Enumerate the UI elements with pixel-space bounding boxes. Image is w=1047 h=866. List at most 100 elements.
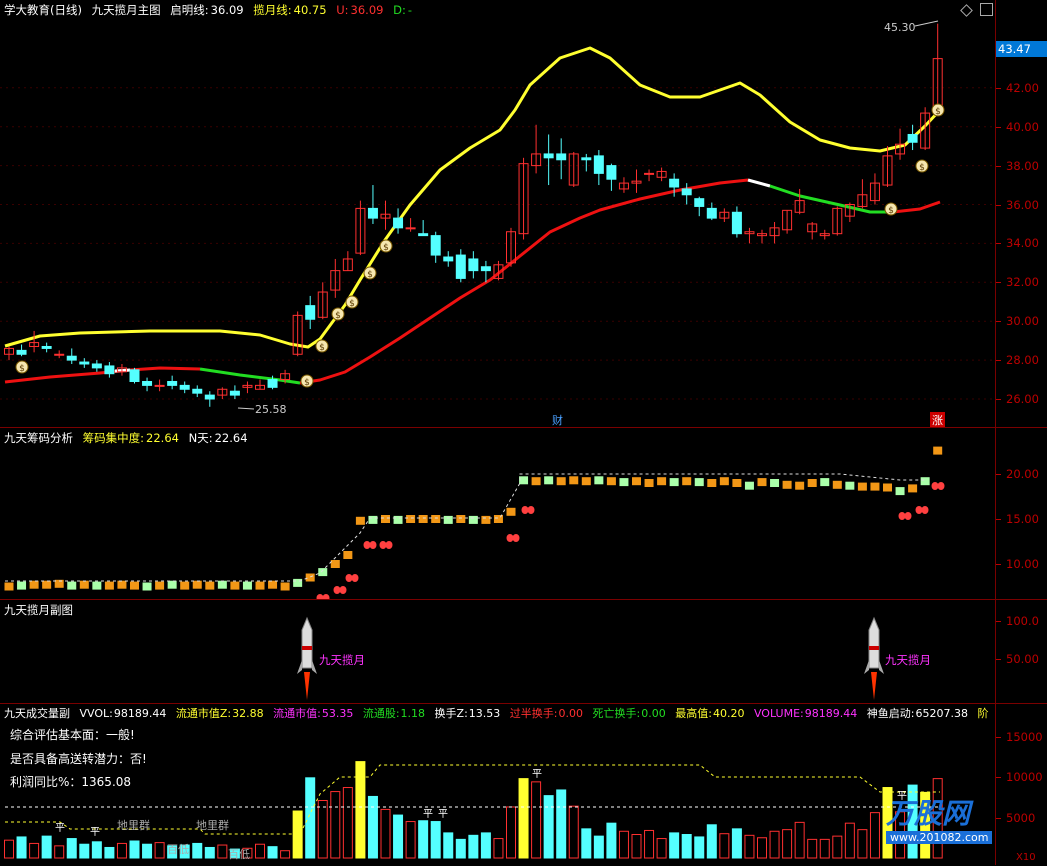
volume-bar bbox=[154, 842, 165, 859]
candle-body bbox=[142, 380, 153, 386]
chip-tickmark bbox=[996, 519, 1001, 520]
money-bag-icon: $ bbox=[379, 239, 393, 253]
volume-bar bbox=[267, 846, 278, 859]
butterfly-wing bbox=[898, 512, 906, 520]
volume-bar bbox=[405, 821, 416, 859]
sub-axis: 100.0 50.00 bbox=[995, 600, 1047, 703]
vol-tick: 5000 bbox=[1006, 811, 1036, 825]
money-bag-icon: $ bbox=[345, 295, 359, 309]
candle-body bbox=[79, 361, 90, 365]
money-bag-sign: $ bbox=[919, 163, 925, 173]
volume-bar bbox=[380, 808, 391, 859]
chip-block bbox=[305, 573, 315, 582]
butterfly-icon bbox=[345, 574, 359, 582]
volume-bar bbox=[342, 787, 353, 859]
chip-block bbox=[443, 515, 453, 524]
sub-chart[interactable] bbox=[0, 600, 995, 704]
candle-body bbox=[66, 355, 77, 361]
price-axis: 43.47 42.00 40.00 38.00 36.00 34.00 32.00 30.0… bbox=[995, 0, 1047, 427]
chip-block bbox=[4, 582, 14, 591]
vol-tickmark bbox=[996, 777, 1001, 778]
butterfly-wing bbox=[512, 534, 520, 542]
volume-bar bbox=[16, 836, 27, 859]
candle-body bbox=[543, 153, 554, 159]
candle-body bbox=[367, 207, 378, 219]
chip-block bbox=[343, 551, 353, 559]
volume-bar bbox=[681, 834, 692, 859]
candle-body bbox=[430, 235, 441, 256]
butterfly-icon bbox=[363, 541, 377, 549]
main-candlestick-chart[interactable]: $ $ $ $ $ $ $ $ $ $45.30 25.58 bbox=[0, 0, 995, 427]
volume-bar bbox=[66, 838, 77, 859]
chip-block bbox=[255, 581, 265, 590]
price-tick: 36.00 bbox=[1006, 197, 1039, 212]
volume-chart[interactable]: 平平平平 平平 bbox=[0, 704, 995, 866]
money-bag-sign: $ bbox=[304, 378, 310, 388]
butterfly-icon bbox=[379, 541, 393, 549]
chip-tick: 10.00 bbox=[1006, 557, 1039, 571]
money-bag-icon: $ bbox=[315, 339, 329, 353]
butterfly-icon bbox=[506, 534, 520, 542]
vol-tickmark bbox=[996, 818, 1001, 819]
volume-bar bbox=[506, 806, 516, 859]
chip-block bbox=[920, 477, 930, 486]
money-bag-icon: $ bbox=[884, 202, 898, 216]
volume-bar bbox=[317, 799, 328, 859]
chip-block bbox=[418, 515, 428, 523]
signal-label-2: 九天揽月 bbox=[885, 653, 931, 667]
rocket-icon bbox=[297, 616, 317, 700]
butterfly-icon bbox=[521, 506, 535, 514]
chip-block bbox=[42, 580, 52, 589]
volume-bar bbox=[531, 781, 542, 859]
candle-body bbox=[91, 363, 102, 369]
candle-body bbox=[54, 353, 65, 356]
chip-block bbox=[606, 477, 616, 486]
chip-block bbox=[155, 581, 165, 590]
price-tick: 26.00 bbox=[1006, 392, 1039, 406]
fundamental-line: 综合评估基本面：一般! bbox=[10, 728, 135, 742]
vol-tick: 10000 bbox=[1006, 770, 1043, 784]
volume-bar bbox=[631, 834, 642, 859]
chip-tick: 15.00 bbox=[1006, 512, 1039, 526]
price-tick: 30.00 bbox=[1006, 314, 1039, 329]
candle-body bbox=[907, 133, 918, 143]
rocket-icon bbox=[864, 616, 884, 700]
chip-block bbox=[506, 507, 516, 516]
low-marker-arrow bbox=[237, 407, 255, 410]
money-bag-sign: $ bbox=[888, 206, 894, 216]
watermark-url: www.201082.com bbox=[886, 831, 993, 844]
chip-panel[interactable]: 九天筹码分析 筹码集中度: 22.64 N天: 22.64 20.00 15.00 10… bbox=[0, 427, 1047, 600]
chip-block bbox=[280, 582, 290, 591]
sub-panel[interactable]: 九天揽月副图 九天揽月 九天揽月 100.0 50.00 bbox=[0, 599, 1047, 703]
chip-block bbox=[67, 581, 77, 590]
volume-bar bbox=[757, 837, 767, 859]
qiming-line-red bbox=[4, 366, 201, 384]
volume-bar bbox=[769, 830, 780, 859]
volume-bar bbox=[731, 828, 742, 859]
volume-bar bbox=[606, 822, 617, 859]
chip-block bbox=[807, 479, 817, 487]
chip-block bbox=[870, 482, 880, 491]
butterfly-wing bbox=[931, 482, 939, 490]
chip-block bbox=[368, 515, 378, 524]
butterfly-wing bbox=[333, 586, 341, 594]
main-chart-panel[interactable]: 学大教育(日线) 九天揽月主图 启明线: 36.09 揽月线: 40.75 U: 36… bbox=[0, 0, 1047, 428]
price-tickmark bbox=[996, 87, 1001, 89]
price-tick: 38.00 bbox=[1006, 158, 1039, 173]
volume-bar bbox=[367, 795, 378, 859]
volume-bar bbox=[91, 841, 102, 859]
chip-block bbox=[29, 580, 39, 589]
chip-block bbox=[293, 578, 303, 587]
volume-bar bbox=[556, 789, 567, 859]
volume-bar bbox=[455, 838, 466, 859]
volume-bar bbox=[104, 846, 115, 859]
chip-block bbox=[682, 477, 692, 486]
candle-body bbox=[104, 365, 115, 375]
volume-bar bbox=[644, 829, 655, 859]
volume-panel[interactable]: 九天成交量副 VVOL:98189.44 流通市值Z:32.88 流通市值:53… bbox=[0, 703, 1047, 865]
candle-body bbox=[393, 217, 404, 229]
money-bag-sign: $ bbox=[349, 299, 355, 309]
chip-chart[interactable] bbox=[0, 428, 995, 600]
money-bag-sign: $ bbox=[19, 364, 25, 374]
signal-label-1: 九天揽月 bbox=[319, 653, 365, 667]
